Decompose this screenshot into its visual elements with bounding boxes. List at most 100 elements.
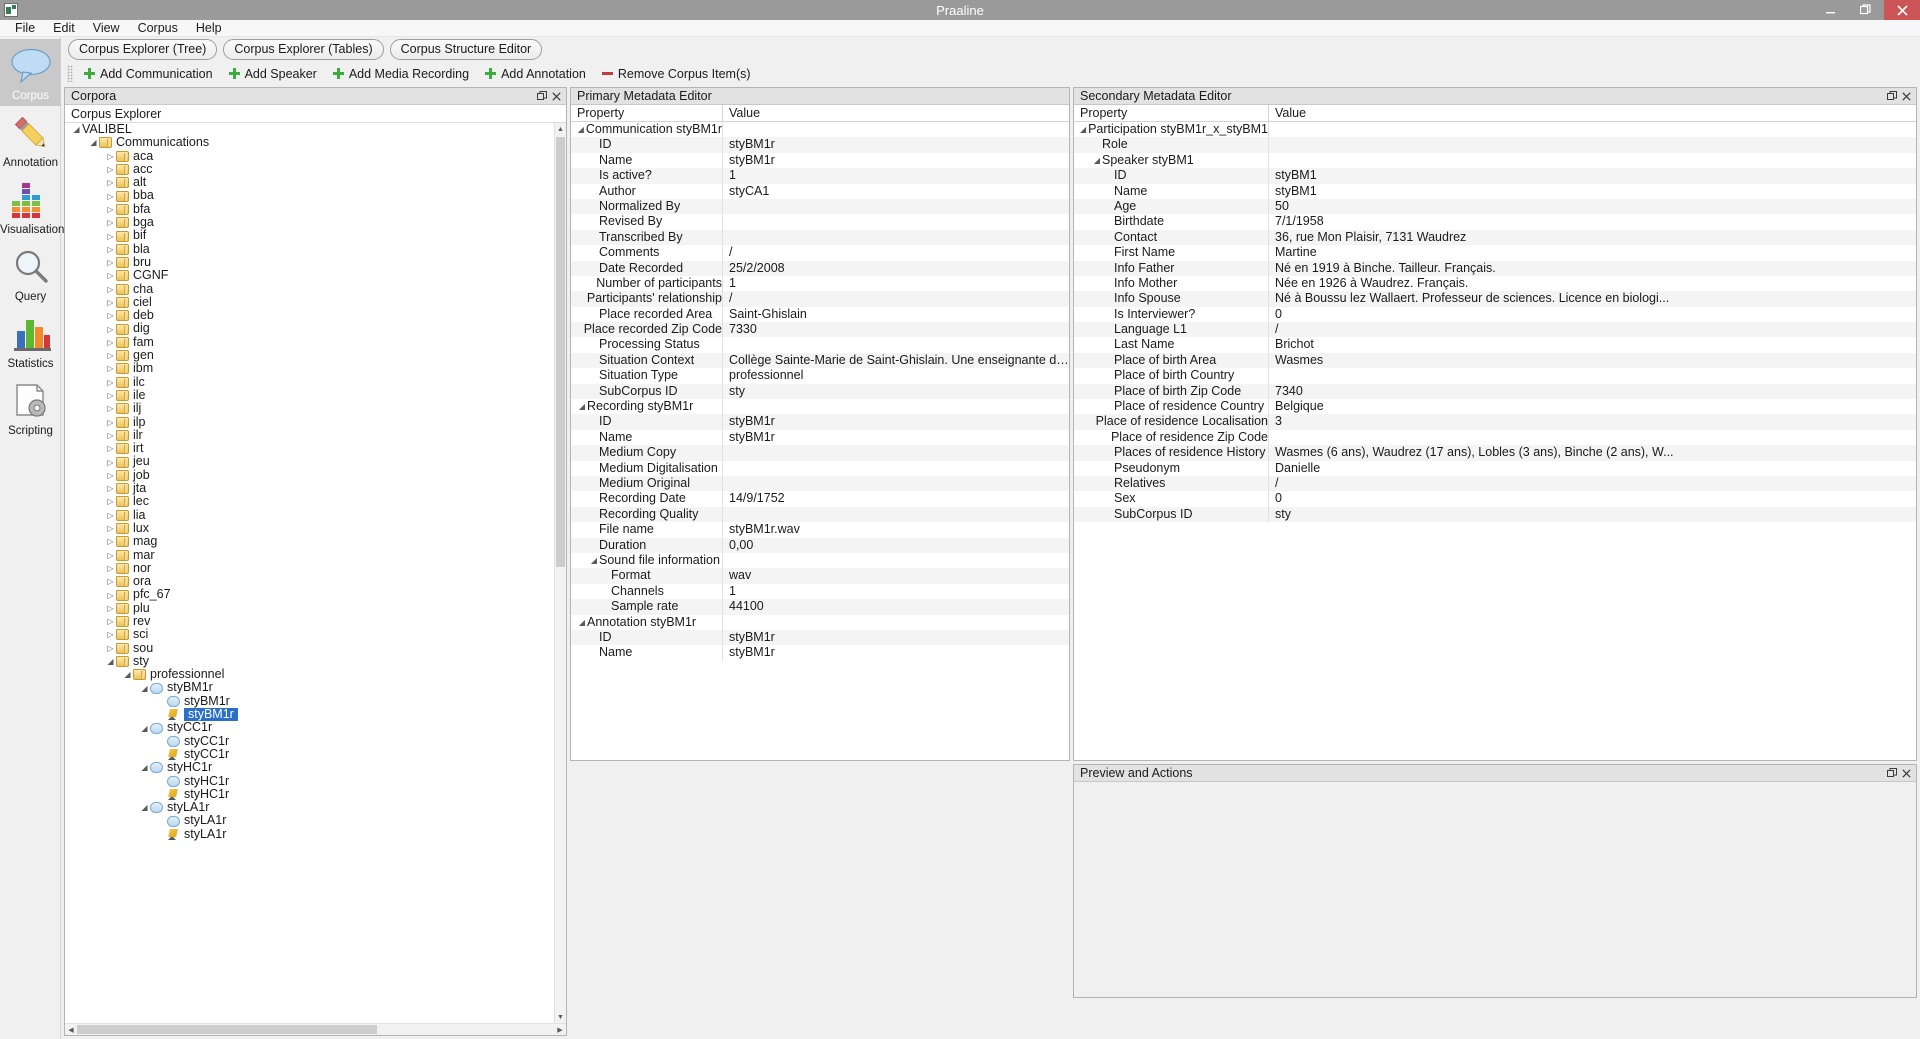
tree-node[interactable]: bif — [65, 229, 566, 242]
corpora-close-button[interactable] — [549, 89, 563, 103]
tree-node[interactable]: irt — [65, 441, 566, 455]
metadata-value-cell[interactable]: Née en 1926 à Waudrez. Français. — [1269, 276, 1916, 291]
tree-node[interactable]: mar — [65, 548, 566, 562]
metadata-row[interactable]: Revised By — [571, 214, 1069, 230]
metadata-row[interactable]: Date Recorded 25/2/2008 — [571, 260, 1069, 276]
metadata-value-cell[interactable]: styBM1 — [1269, 168, 1916, 183]
metadata-value-cell[interactable]: sty — [723, 384, 1069, 399]
metadata-row[interactable]: Relatives / — [1074, 475, 1916, 492]
chevron-right-icon[interactable] — [105, 309, 116, 322]
chevron-right-icon[interactable] — [105, 256, 116, 269]
metadata-row[interactable]: Number of participants 1 — [571, 275, 1069, 292]
tree-node[interactable]: VALIBEL — [65, 123, 566, 136]
chevron-right-icon[interactable] — [105, 150, 116, 163]
metadata-row[interactable]: Situation Type professionnel — [571, 368, 1069, 384]
tree-node[interactable]: styCC1r — [65, 721, 566, 734]
metadata-row[interactable]: SubCorpus ID sty — [1074, 506, 1916, 523]
tree-node[interactable]: lux — [65, 521, 566, 535]
metadata-value-cell[interactable]: 3 — [1269, 414, 1916, 429]
metadata-value-cell[interactable] — [723, 445, 1069, 460]
tree-node[interactable]: styHC1r — [65, 760, 566, 774]
metadata-row[interactable]: SubCorpus ID sty — [571, 383, 1069, 400]
tree-horizontal-scrollbar[interactable]: ◀ ▶ — [65, 1023, 566, 1035]
chevron-right-icon[interactable] — [105, 349, 116, 362]
metadata-value-cell[interactable]: / — [1269, 476, 1916, 491]
menu-edit[interactable]: Edit — [44, 20, 84, 37]
metadata-value-cell[interactable]: Wasmes — [1269, 353, 1916, 368]
chevron-right-icon[interactable] — [105, 469, 116, 482]
chevron-right-icon[interactable] — [105, 336, 116, 349]
tab-corpus-explorer-tables[interactable]: Corpus Explorer (Tables) — [223, 39, 384, 60]
metadata-value-cell[interactable]: styCA1 — [723, 184, 1069, 199]
tree-node[interactable]: rev — [65, 614, 566, 628]
metadata-value-cell[interactable]: styBM1r — [723, 430, 1069, 445]
sidebar-item-annotation[interactable]: Annotation — [0, 106, 61, 173]
metadata-row[interactable]: Normalized By — [571, 198, 1069, 215]
menu-help[interactable]: Help — [187, 20, 231, 37]
secondary-float-button[interactable] — [1885, 89, 1899, 103]
metadata-row[interactable]: Place recorded Area Saint-Ghislain — [571, 306, 1069, 323]
chevron-right-icon[interactable] — [105, 376, 116, 389]
chevron-down-icon[interactable] — [589, 553, 599, 568]
tree-node[interactable]: job — [65, 468, 566, 482]
tree-node[interactable]: ile — [65, 388, 566, 402]
metadata-row[interactable]: Is active? 1 — [571, 168, 1069, 184]
scroll-left-icon[interactable]: ◀ — [65, 1024, 77, 1035]
chevron-right-icon[interactable] — [105, 402, 116, 415]
metadata-row[interactable]: Name styBM1r — [571, 152, 1069, 169]
metadata-row[interactable]: Place of residence Zip Code — [1074, 429, 1916, 446]
metadata-value-cell[interactable]: 1 — [723, 584, 1069, 599]
metadata-value-cell[interactable]: / — [723, 245, 1069, 260]
chevron-down-icon[interactable] — [139, 682, 150, 695]
metadata-row[interactable]: Name styBM1r — [571, 645, 1069, 661]
tree-node[interactable]: nor — [65, 561, 566, 575]
tab-corpus-structure-editor[interactable]: Corpus Structure Editor — [389, 39, 543, 60]
tree-node[interactable]: sci — [65, 627, 566, 641]
preview-close-button[interactable] — [1899, 766, 1913, 780]
metadata-row[interactable]: Place of residence Country Belgique — [1074, 399, 1916, 415]
chevron-down-icon[interactable] — [122, 668, 133, 681]
tree-node[interactable]: ora — [65, 574, 566, 588]
metadata-row[interactable]: Info Father Né en 1919 à Binche. Tailleur… — [1074, 260, 1916, 276]
metadata-value-cell[interactable] — [1269, 430, 1916, 445]
metadata-row[interactable]: Communication styBM1r — [571, 122, 1069, 138]
tree-node[interactable]: aca — [65, 149, 566, 163]
metadata-value-cell[interactable] — [723, 230, 1069, 245]
tree-node[interactable]: cha — [65, 282, 566, 296]
metadata-value-cell[interactable] — [1269, 153, 1916, 168]
metadata-row[interactable]: Annotation styBM1r — [571, 614, 1069, 630]
chevron-right-icon[interactable] — [105, 323, 116, 336]
metadata-row[interactable]: Places of residence History Wasmes (6 ans… — [1074, 445, 1916, 461]
metadata-row[interactable]: Author styCA1 — [571, 183, 1069, 199]
chevron-right-icon[interactable] — [105, 482, 116, 495]
tree-node[interactable]: Communications — [65, 135, 566, 149]
tree-node[interactable]: ibm — [65, 362, 566, 375]
sidebar-item-corpus[interactable]: Corpus — [0, 39, 61, 106]
chevron-right-icon[interactable] — [105, 243, 116, 256]
corpus-tree[interactable]: VALIBELCommunicationsacaaccaltbbabfabgab… — [65, 123, 566, 1023]
metadata-row[interactable]: Pseudonym Danielle — [1074, 460, 1916, 476]
tree-node[interactable]: ilj — [65, 401, 566, 415]
chevron-right-icon[interactable] — [105, 535, 116, 548]
metadata-row[interactable]: Name styBM1 — [1074, 183, 1916, 199]
tree-node[interactable]: bba — [65, 189, 566, 202]
tree-node[interactable]: bla — [65, 242, 566, 256]
tree-node[interactable]: styCC1r — [65, 747, 566, 761]
metadata-value-cell[interactable] — [723, 199, 1069, 214]
chevron-right-icon[interactable] — [105, 549, 116, 562]
secondary-metadata-table[interactable]: Participation styBM1r_x_styBM1RoleSpeake… — [1074, 122, 1916, 760]
metadata-value-cell[interactable]: 7340 — [1269, 384, 1916, 399]
metadata-value-cell[interactable]: styBM1r.wav — [723, 522, 1069, 537]
metadata-value-cell[interactable]: 25/2/2008 — [723, 261, 1069, 276]
chevron-right-icon[interactable] — [105, 522, 116, 535]
chevron-down-icon[interactable] — [139, 722, 150, 735]
chevron-down-icon[interactable] — [1092, 153, 1102, 168]
metadata-value-cell[interactable]: Danielle — [1269, 461, 1916, 476]
metadata-row[interactable]: Place of residence Localisation 3 — [1074, 414, 1916, 430]
metadata-row[interactable]: Participation styBM1r_x_styBM1 — [1074, 122, 1916, 138]
metadata-value-cell[interactable]: wav — [723, 568, 1069, 583]
tree-node[interactable]: bga — [65, 215, 566, 229]
metadata-value-cell[interactable]: / — [723, 291, 1069, 306]
tree-node[interactable]: styBM1r — [65, 694, 566, 708]
tree-node[interactable]: styLA1r — [65, 827, 566, 841]
